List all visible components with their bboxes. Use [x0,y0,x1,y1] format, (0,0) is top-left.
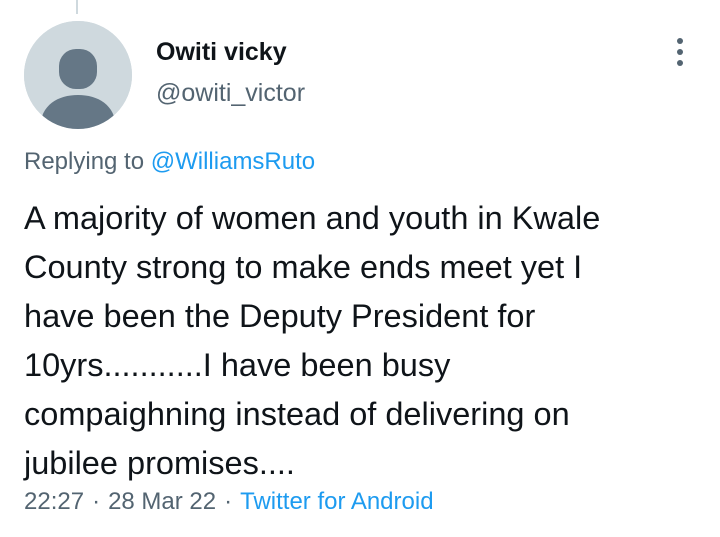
tweet-time[interactable]: 22:27 [24,488,84,515]
more-options-icon[interactable] [670,36,690,68]
author-display-name[interactable]: Owiti vicky [156,38,287,67]
tweet-text: A majority of women and youth in Kwale Co… [24,194,704,488]
more-dot-icon [677,60,683,66]
tweet-line: compaighning instead of delivering on [24,396,570,432]
author-handle[interactable]: @owiti_victor [156,79,305,108]
tweet-line: A majority of women and youth in Kwale [24,200,601,236]
replying-to: Replying to @WilliamsRuto [24,148,315,176]
tweet-date[interactable]: 28 Mar 22 [108,488,216,515]
reply-mention-link[interactable]: @WilliamsRuto [151,148,315,175]
thread-connector-line [76,0,78,14]
tweet-line: have been the Deputy President for [24,298,536,334]
more-dot-icon [677,38,683,44]
replying-to-label: Replying to [24,148,151,175]
tweet-source-link[interactable]: Twitter for Android [240,488,433,515]
tweet-meta: 22:27 · 28 Mar 22 · Twitter for Android [24,488,434,516]
tweet-line: 10yrs...........I have been busy [24,347,451,383]
meta-separator: · [92,488,101,515]
meta-separator: · [224,488,233,515]
more-dot-icon [677,49,683,55]
tweet-line: County strong to make ends meet yet I [24,249,583,285]
default-avatar-icon [24,21,132,129]
avatar[interactable] [24,21,132,129]
tweet-line: jubilee promises.... [24,445,295,481]
